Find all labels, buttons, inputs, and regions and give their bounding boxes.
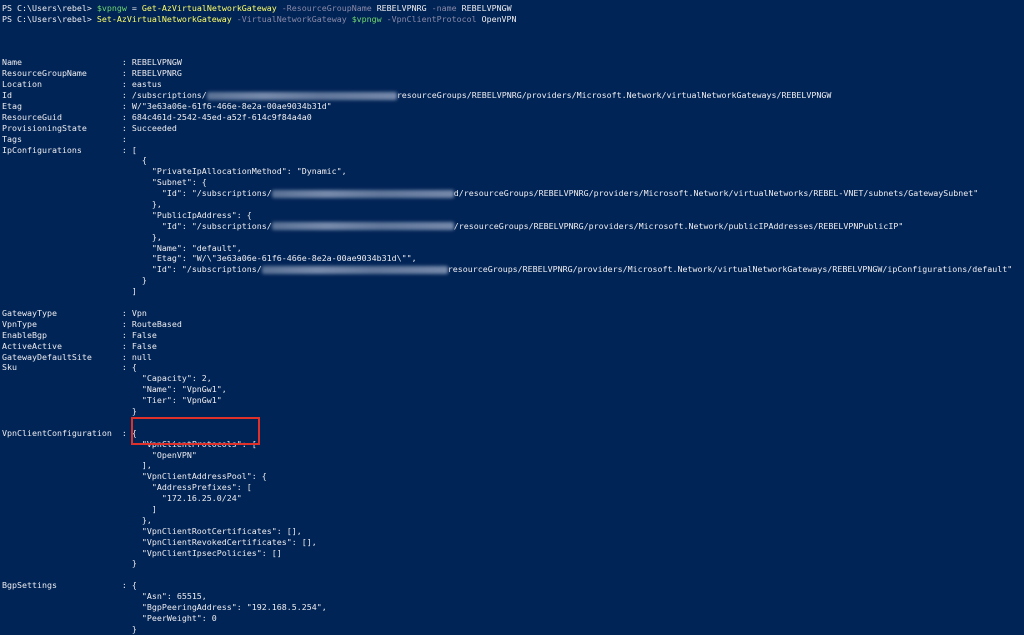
output-line: GatewayDefaultSite : null [2, 351, 152, 362]
output-line: "Name": "VpnGw1", [2, 384, 227, 395]
output-line: "Tier": "VpnGw1" [2, 395, 222, 406]
output-line: } [2, 405, 137, 416]
output-line: Sku : { [2, 362, 137, 373]
output-line: "VpnClientRootCertificates": [], [2, 525, 302, 536]
variable: $vpngw [351, 13, 382, 24]
parameter: -VirtualNetworkGateway [231, 13, 352, 24]
output-line: "VpnClientAddressPool": { [2, 471, 267, 482]
output-line: "PrivateIpAllocationMethod": "Dynamic", [2, 166, 347, 177]
argument: OpenVPN [481, 13, 517, 24]
output-line: "Name": "default", [2, 242, 242, 253]
output-line: ActiveActive : False [2, 340, 157, 351]
parameter: -ResourceGroupName [276, 3, 377, 13]
argument: REBELVPNRG [376, 3, 427, 13]
output-text: "Id": "/subscriptions/ [2, 264, 262, 275]
output-line: VpnType : RouteBased [2, 318, 182, 329]
output-line: }, [2, 199, 162, 210]
output-line: Id : /subscriptions/resourceGroups/REBEL… [2, 90, 1024, 101]
output-line: EnableBgp : False [2, 329, 157, 340]
output-line: "OpenVPN" [2, 449, 197, 460]
output-line: "VpnClientProtocols": [ [2, 438, 257, 449]
output-line: Etag : W/"3e63a06e-61f6-466e-8e2a-00ae90… [2, 101, 332, 112]
output-line: ResourceGroupName : REBELVPNRG [2, 68, 182, 79]
variable: $vpngw [96, 3, 127, 13]
output-text: "Id": "/subscriptions/ [2, 220, 272, 231]
command-line-1: PS C:\Users\rebel> $vpngw = Get-AzVirtua… [2, 3, 1024, 14]
argument: REBELVPNGW [461, 3, 512, 13]
redacted-subscription [271, 189, 454, 198]
prompt: PS C:\Users\rebel> [2, 3, 97, 13]
output-line: }, [2, 231, 162, 242]
output-text: "Id": "/subscriptions/ [2, 188, 272, 199]
output-line: { [2, 155, 147, 166]
output-line: "Asn": 65515, [2, 591, 207, 602]
output-text: d/resourceGroups/REBELVPNRG/providers/Mi… [453, 188, 979, 199]
parameter: -name [426, 3, 462, 13]
parameter: -VpnClientProtocol [381, 13, 482, 24]
output-line: VpnClientConfiguration : { [2, 427, 137, 438]
output-line: IpConfigurations : [ [2, 144, 137, 155]
output-line: } [2, 275, 147, 286]
command-line-2: PS C:\Users\rebel> Set-AzVirtualNetworkG… [2, 14, 1024, 25]
operator: = [126, 3, 142, 13]
output-line: } [2, 558, 137, 569]
output-line: ProvisioningState : Succeeded [2, 122, 177, 133]
redacted-subscription [261, 265, 448, 274]
output-line: "VpnClientRevokedCertificates": [], [2, 536, 317, 547]
output-line: "VpnClientIpsecPolicies": [] [2, 547, 282, 558]
redacted-subscription [271, 222, 454, 231]
output-line: Location : eastus [2, 79, 162, 90]
output-line: "Id": "/subscriptions/d/resourceGroups/R… [2, 188, 1024, 199]
output-line: "Id": "/subscriptions/resourceGroups/REB… [2, 264, 1024, 275]
output-line: ] [2, 286, 137, 297]
cmdlet: Get-AzVirtualNetworkGateway [141, 3, 277, 13]
output-line: GatewayType : Vpn [2, 307, 147, 318]
output-line: "Capacity": 2, [2, 373, 212, 384]
redacted-subscription [206, 91, 397, 100]
output-text: Id : /subscriptions/ [2, 90, 207, 101]
prompt: PS C:\Users\rebel> [2, 13, 97, 24]
output-line: Tags : [2, 133, 127, 144]
output-line: "PublicIpAddress": { [2, 209, 252, 220]
powershell-console[interactable]: PS C:\Users\rebel> $vpngw = Get-AzVirtua… [0, 0, 1024, 634]
output-line: "PeerWeight": 0 [2, 612, 217, 623]
output-line: BgpSettings : { [2, 580, 137, 591]
output-line: "BgpPeeringAddress": "192.168.5.254", [2, 601, 327, 612]
output-text: /resourceGroups/REBELVPNRG/providers/Mic… [453, 220, 904, 231]
output-line: }, [2, 514, 152, 525]
output-line: "Etag": "W/\"3e63a06e-61f6-466e-8e2a-00a… [2, 253, 417, 264]
output-line: "172.16.25.0/24" [2, 493, 242, 504]
output-line: ResourceGuid : 684c461d-2542-45ed-a52f-6… [2, 111, 312, 122]
output-line: Name : REBELVPNGW [2, 57, 182, 68]
output-line: } [2, 623, 137, 634]
output-line: ] [2, 503, 157, 514]
output-line: "Subnet": { [2, 177, 207, 188]
cmdlet: Set-AzVirtualNetworkGateway [96, 13, 232, 24]
output-text: resourceGroups/REBELVPNRG/providers/Micr… [396, 90, 832, 101]
output-line: "Id": "/subscriptions/ /resourceGroups/RE… [2, 221, 1024, 232]
output-text: resourceGroups/REBELVPNRG/providers/Micr… [447, 264, 1013, 275]
output-line: "AddressPrefixes": [ [2, 482, 252, 493]
output-line: ], [2, 460, 152, 471]
